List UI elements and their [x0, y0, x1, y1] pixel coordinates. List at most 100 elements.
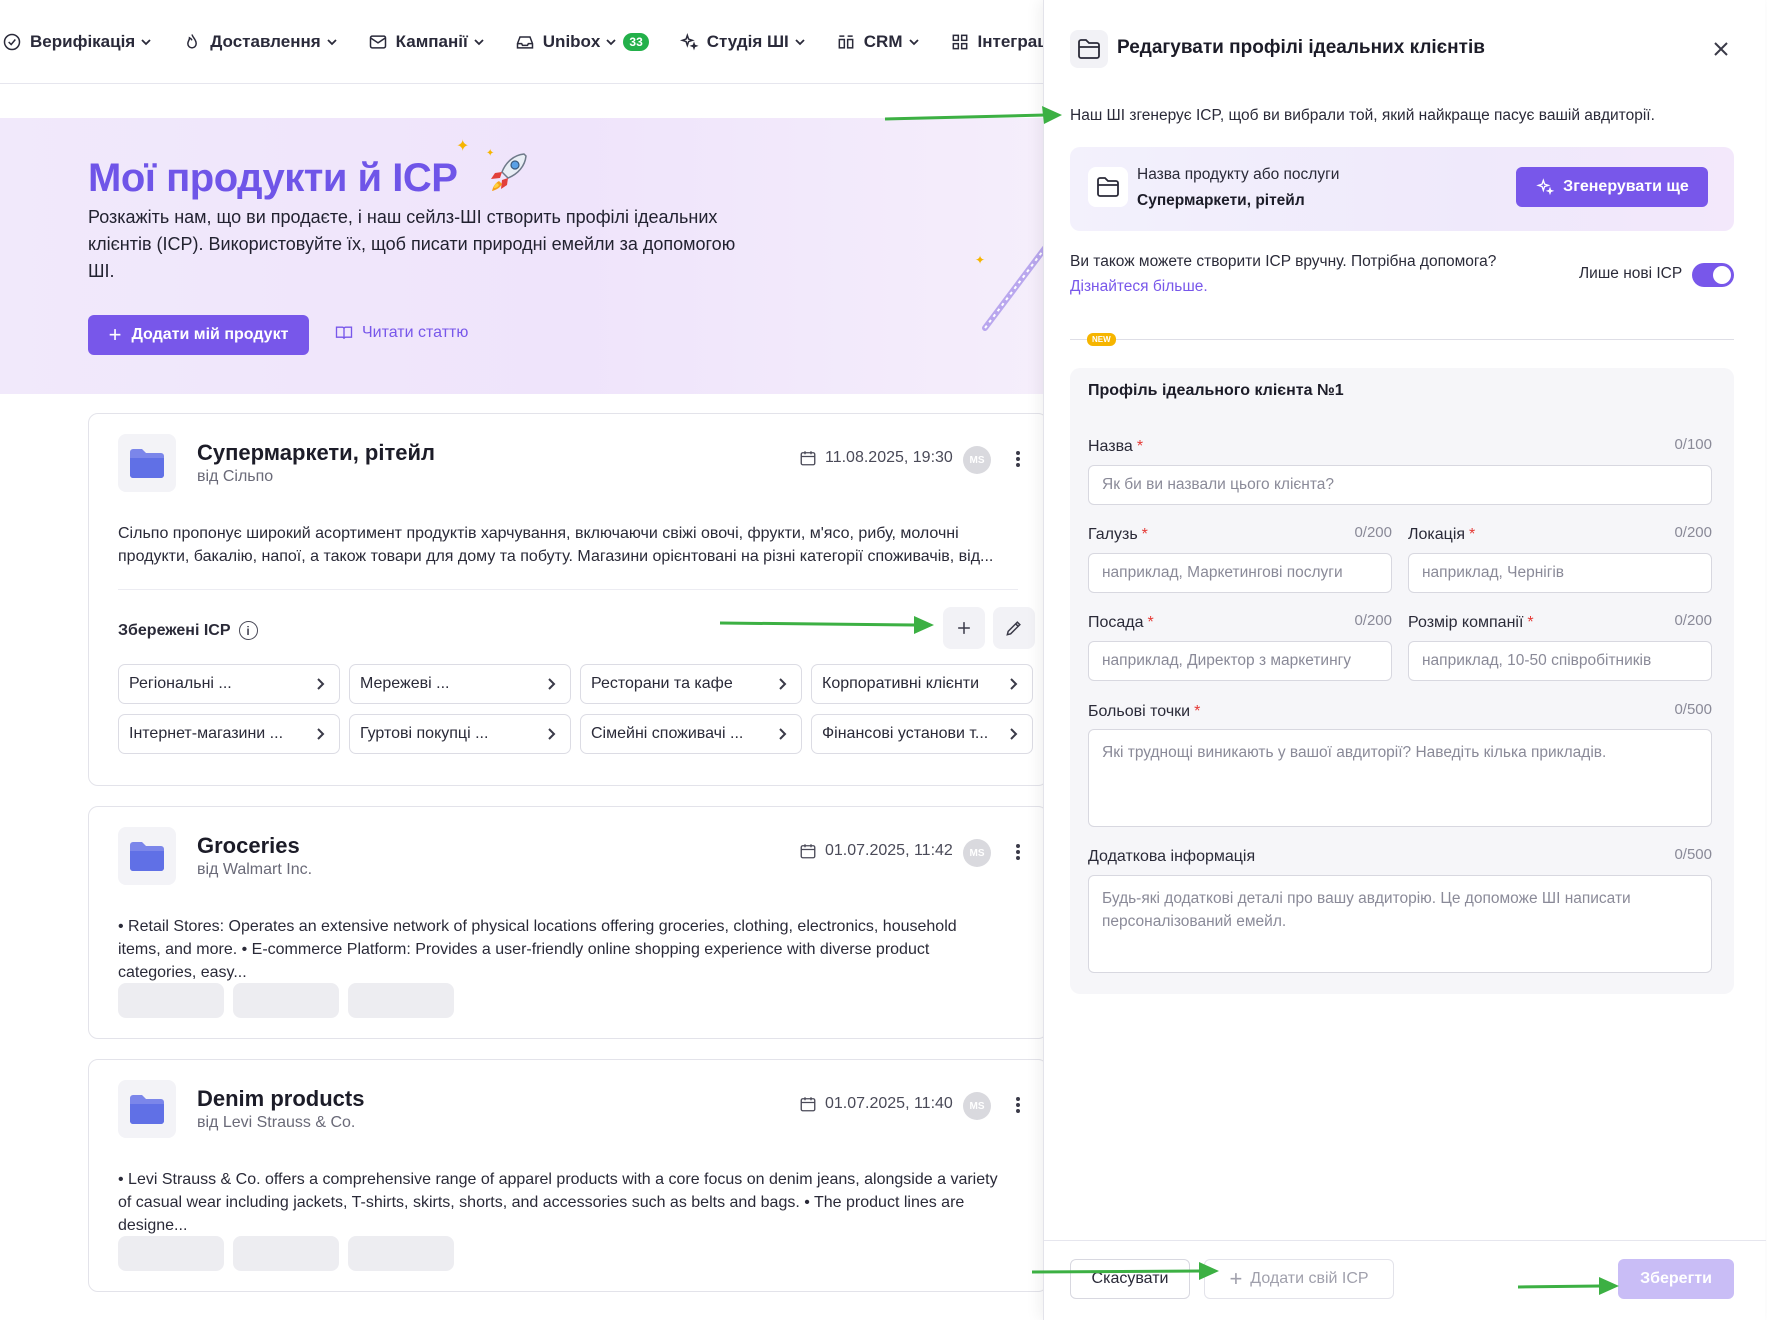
add-own-icp-button[interactable]: + Додати свій ICP	[1204, 1259, 1394, 1299]
icp-chip-label: Регіональні ...	[129, 675, 232, 692]
company-size-counter: 0/200	[1674, 612, 1712, 629]
avatar: MS	[963, 1092, 991, 1120]
button-label: Згенерувати ще	[1563, 178, 1689, 195]
panel-intro-text: Наш ШІ згенерує ICP, щоб ви вибрали той,…	[1070, 107, 1655, 124]
name-input[interactable]	[1088, 465, 1712, 505]
generate-more-button[interactable]: Згенерувати ще	[1516, 167, 1708, 207]
product-date: 11.08.2025, 19:30	[799, 449, 953, 467]
chevron-down-icon	[606, 38, 617, 45]
nav-deliverability[interactable]: Доставлення	[182, 32, 337, 52]
required-mark: *	[1527, 614, 1534, 631]
chevron-right-icon	[1010, 678, 1018, 690]
product-title: Denim products	[197, 1086, 365, 1111]
icp-chip[interactable]: Ресторани та кафе	[580, 664, 802, 704]
product-date: 01.07.2025, 11:40	[799, 1095, 953, 1113]
label-text: Назва	[1088, 438, 1133, 455]
pencil-icon	[1006, 621, 1021, 636]
location-input[interactable]	[1408, 553, 1712, 593]
folder-icon	[118, 827, 176, 885]
nav-crm[interactable]: CRM	[836, 32, 920, 52]
add-icp-button[interactable]	[943, 607, 985, 649]
more-options-icon[interactable]	[1013, 1094, 1023, 1116]
folder-outline-icon	[1088, 167, 1128, 207]
position-input[interactable]	[1088, 641, 1392, 681]
icp-chip[interactable]: Фінансові установи т...	[811, 714, 1033, 754]
read-article-link[interactable]: Читати статтю	[334, 323, 468, 343]
loading-placeholder	[233, 1236, 339, 1271]
extra-info-label: Додаткова інформація	[1088, 848, 1255, 866]
pain-points-counter: 0/500	[1674, 701, 1712, 718]
industry-input[interactable]	[1088, 553, 1392, 593]
icp-chip[interactable]: Мережеві ...	[349, 664, 571, 704]
icp-chip[interactable]: Корпоративні клієнти	[811, 664, 1033, 704]
icp-chip[interactable]: Гуртові покупці ...	[349, 714, 571, 754]
unread-count-badge: 33	[623, 32, 649, 51]
nav-campaigns[interactable]: Кампанії	[368, 32, 485, 52]
more-options-icon[interactable]	[1013, 448, 1023, 470]
divider	[1044, 1240, 1766, 1241]
icp-chip-label: Гуртові покупці ...	[360, 725, 489, 742]
only-new-icp-toggle[interactable]	[1692, 263, 1734, 287]
product-company: від Walmart Inc.	[197, 861, 313, 878]
label-text: Розмір компанії	[1408, 614, 1524, 631]
info-icon[interactable]: i	[238, 621, 258, 640]
name-label: Назва *	[1088, 438, 1143, 456]
icp-chip[interactable]: Регіональні ...	[118, 664, 340, 704]
nav-label: Доставлення	[210, 31, 321, 51]
folder-icon	[118, 1080, 176, 1138]
avatar: MS	[963, 839, 991, 867]
button-label: Додати свій ICP	[1250, 1270, 1369, 1287]
extra-info-textarea[interactable]	[1088, 875, 1712, 973]
more-options-icon[interactable]	[1013, 841, 1023, 863]
sparkle-icon: ✦	[456, 138, 470, 155]
product-description: Сільпо пропонує широкий асортимент проду…	[118, 525, 994, 565]
button-label: Додати мій продукт	[131, 326, 289, 343]
rocket-icon	[491, 153, 527, 191]
panel-title: Редагувати профілі ідеальних клієнтів	[1117, 37, 1485, 58]
product-company: від Сільпо	[197, 468, 274, 485]
icp-chip[interactable]: Інтернет-магазини ...	[118, 714, 340, 754]
chevron-down-icon	[141, 38, 151, 45]
company-size-input[interactable]	[1408, 641, 1712, 681]
divider	[118, 589, 1018, 590]
cancel-button[interactable]: Скасувати	[1070, 1259, 1190, 1299]
edit-icp-button[interactable]	[993, 607, 1035, 649]
industry-label: Галузь *	[1088, 526, 1148, 544]
nav-unibox[interactable]: Unibox 33	[515, 32, 649, 52]
chevron-right-icon	[548, 728, 556, 740]
icp-form-title: Профіль ідеального клієнта №1	[1088, 382, 1344, 399]
industry-counter: 0/200	[1354, 524, 1392, 541]
save-button[interactable]: Зберегти	[1618, 1259, 1734, 1299]
product-card[interactable]: Denim products від Levi Strauss & Co. 01…	[88, 1059, 1048, 1292]
chevron-right-icon	[779, 678, 787, 690]
chevron-down-icon	[474, 38, 484, 45]
top-nav: Верифікація Доставлення Кампанії Unibox …	[0, 0, 1057, 84]
add-product-button[interactable]: + Додати мій продукт	[88, 315, 309, 355]
plus-icon: +	[108, 322, 122, 347]
required-mark: *	[1141, 526, 1148, 543]
loading-placeholder	[118, 1236, 224, 1271]
saved-icp-text: Збережені ICP	[118, 621, 231, 639]
plus-icon: +	[1229, 1266, 1243, 1291]
label-text: Додаткова інформація	[1088, 848, 1256, 865]
new-badge: NEW	[1087, 333, 1116, 346]
nav-verification[interactable]: Верифікація	[2, 32, 152, 52]
nav-integrations[interactable]: Інтеграції	[950, 32, 1057, 52]
loading-placeholder	[118, 983, 224, 1018]
check-circle-icon	[3, 33, 21, 50]
crm-icon	[838, 34, 854, 49]
required-mark: *	[1147, 614, 1154, 631]
svg-text:✦: ✦	[975, 253, 985, 267]
grid-icon	[952, 34, 967, 49]
icp-chip-label: Мережеві ...	[360, 675, 450, 692]
product-card[interactable]: Супермаркети, рітейл від Сільпо 11.08.20…	[88, 413, 1048, 786]
edit-icp-panel: Редагувати профілі ідеальних клієнтів На…	[1043, 0, 1766, 1320]
chevron-down-icon	[327, 38, 337, 45]
product-card[interactable]: Groceries від Walmart Inc. 01.07.2025, 1…	[88, 806, 1048, 1039]
pain-points-textarea[interactable]	[1088, 729, 1712, 827]
icp-chip[interactable]: Сімейні споживачі ...	[580, 714, 802, 754]
nav-ai-studio[interactable]: Студія ШІ	[679, 32, 806, 52]
close-icon[interactable]	[1708, 36, 1734, 62]
chevron-right-icon	[317, 728, 325, 740]
learn-more-link[interactable]: Дізнайтеся більше.	[1070, 278, 1208, 296]
